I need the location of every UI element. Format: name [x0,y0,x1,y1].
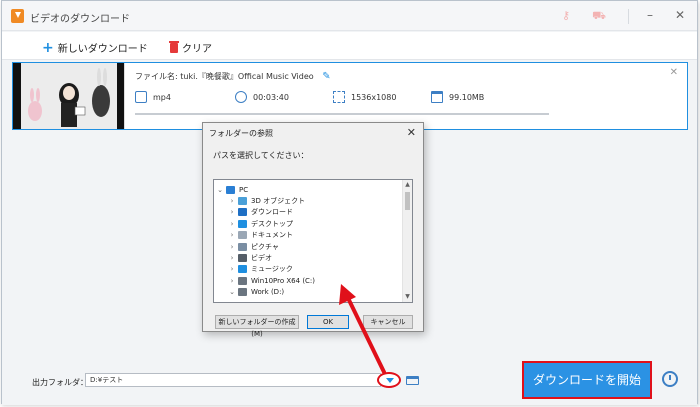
cancel-button[interactable]: キャンセル [363,315,413,329]
open-folder-icon[interactable] [406,376,419,385]
scroll-thumb[interactable] [405,192,410,210]
tree-item[interactable]: › ビデオ [228,252,272,263]
cart-icon[interactable]: ⛟ [592,9,606,23]
3d-objects-icon [238,196,247,205]
tree-item-label: ピクチャ [251,242,279,251]
tree-item-label: 3D オブジェクト [251,196,306,205]
ok-button[interactable]: OK [307,315,349,329]
videos-icon [238,253,247,262]
tree-item[interactable]: › デスクトップ [228,218,293,229]
chevron-down-icon[interactable]: ⌄ [216,186,224,194]
clock-icon [235,91,247,103]
resolution-info: 1536x1080 [333,91,396,103]
window-title: ビデオのダウンロード [30,14,130,25]
tree-item[interactable]: › ドキュメント [228,230,293,241]
pictures-icon [238,242,247,251]
folder-dropdown-button[interactable] [377,372,401,388]
format-info: mp4 [135,91,171,103]
tree-item-label: PC [239,185,249,194]
duration-value: 00:03:40 [253,92,289,102]
footer-bar: 出力フォルダ： D:¥テスト ダウンロードを開始 [2,361,697,405]
chevron-right-icon[interactable]: › [228,208,236,216]
tree-item[interactable]: ⌄ PC [216,184,248,195]
alarm-clock-icon[interactable] [662,371,678,387]
edit-pencil-icon[interactable]: ✎ [322,71,330,82]
desktop-icon [238,219,247,228]
scroll-down-icon[interactable]: ▼ [403,292,412,302]
scroll-up-icon[interactable]: ▲ [403,180,412,190]
drive-c-icon [238,276,247,285]
chevron-right-icon[interactable]: › [228,254,236,262]
resolution-icon [333,91,345,103]
plus-icon: + [42,39,54,56]
dialog-prompt: パスを選択してください： [213,151,309,160]
new-folder-button[interactable]: 新しいフォルダーの作成(M) [215,315,299,338]
tree-item[interactable]: ⌄ Work (D:) [228,287,284,298]
chevron-down-icon[interactable]: ⌄ [228,288,236,296]
tree-item-label: ミュージック [251,265,293,274]
pc-icon [226,185,235,194]
tree-item-label: ビデオ [251,253,272,262]
size-info: 99.10MB [431,91,484,103]
new-download-button[interactable]: + 新しいダウンロード [42,39,148,56]
download-item[interactable]: ✕ ファイル名: tuki.『晩餐歌』Offical Music Video ✎… [12,62,688,130]
music-icon [238,265,247,274]
tree-item-label: ダウンロード [251,208,293,217]
chevron-right-icon[interactable]: › [228,197,236,205]
clear-button[interactable]: クリア [169,40,212,55]
download-folder-icon [238,208,247,217]
app-logo-icon [11,9,24,23]
tree-item-label: Work (D:) [251,288,285,297]
dialog-title: フォルダーの参照 [209,129,273,138]
output-path-field[interactable]: D:¥テスト [85,373,381,387]
folder-tree: ⌄ PC › 3D オブジェクト › ダウンロード › デスクトップ › ドキュメント › ピクチャ ›… [213,179,413,303]
filename-prefix: ファイル名: [135,72,178,81]
clear-label: クリア [182,44,212,55]
chevron-right-icon[interactable]: › [228,243,236,251]
chevron-right-icon[interactable]: › [228,231,236,239]
tree-item-label: Win10Pro X64 (C:) [251,276,316,285]
tree-item-label: ドキュメント [251,231,293,240]
close-button[interactable]: ✕ [672,7,688,23]
video-format-icon [135,91,147,103]
tree-item[interactable]: › Win10Pro X64 (C:) [228,275,315,286]
toolbar: + 新しいダウンロード クリア [2,32,697,60]
resolution-value: 1536x1080 [351,92,397,102]
chevron-right-icon[interactable]: › [228,277,236,285]
chevron-right-icon[interactable]: › [228,220,236,228]
tree-item-label: デスクトップ [251,219,293,228]
video-thumbnail [13,63,125,129]
title-bar: ビデオのダウンロード ⚷ ⛟ – ✕ [2,1,697,31]
key-icon[interactable]: ⚷ [559,9,573,23]
filename-text: tuki.『晩餐歌』Offical Music Video [180,72,314,81]
minimize-button[interactable]: – [642,7,658,23]
output-folder-label: 出力フォルダ： [32,378,88,387]
tree-item[interactable]: › ピクチャ [228,241,279,252]
thumbnail-art [21,63,117,129]
drive-d-icon [238,288,247,297]
trash-icon [169,40,179,53]
tree-item[interactable]: › 3D オブジェクト [228,195,305,206]
size-value: 99.10MB [449,92,485,102]
filename: ファイル名: tuki.『晩餐歌』Offical Music Video ✎ [135,71,331,82]
start-download-button[interactable]: ダウンロードを開始 [522,361,652,399]
title-separator [628,9,629,24]
dialog-close-button[interactable]: ✕ [407,126,416,139]
tree-item[interactable]: › ダウンロード [228,207,293,218]
new-download-label: 新しいダウンロード [57,44,148,55]
folder-size-icon [431,91,443,103]
format-value: mp4 [153,92,171,102]
documents-icon [238,231,247,240]
duration-info: 00:03:40 [235,91,289,103]
tree-scrollbar[interactable]: ▲ ▼ [402,180,412,302]
chevron-right-icon[interactable]: › [228,265,236,273]
download-progress-bar [135,113,549,115]
tree-item[interactable]: › ミュージック [228,264,293,275]
remove-item-icon[interactable]: ✕ [670,67,678,78]
folder-browse-dialog: フォルダーの参照 ✕ パスを選択してください： ⌄ PC › 3D オブジェクト › ダウ… [202,122,424,338]
